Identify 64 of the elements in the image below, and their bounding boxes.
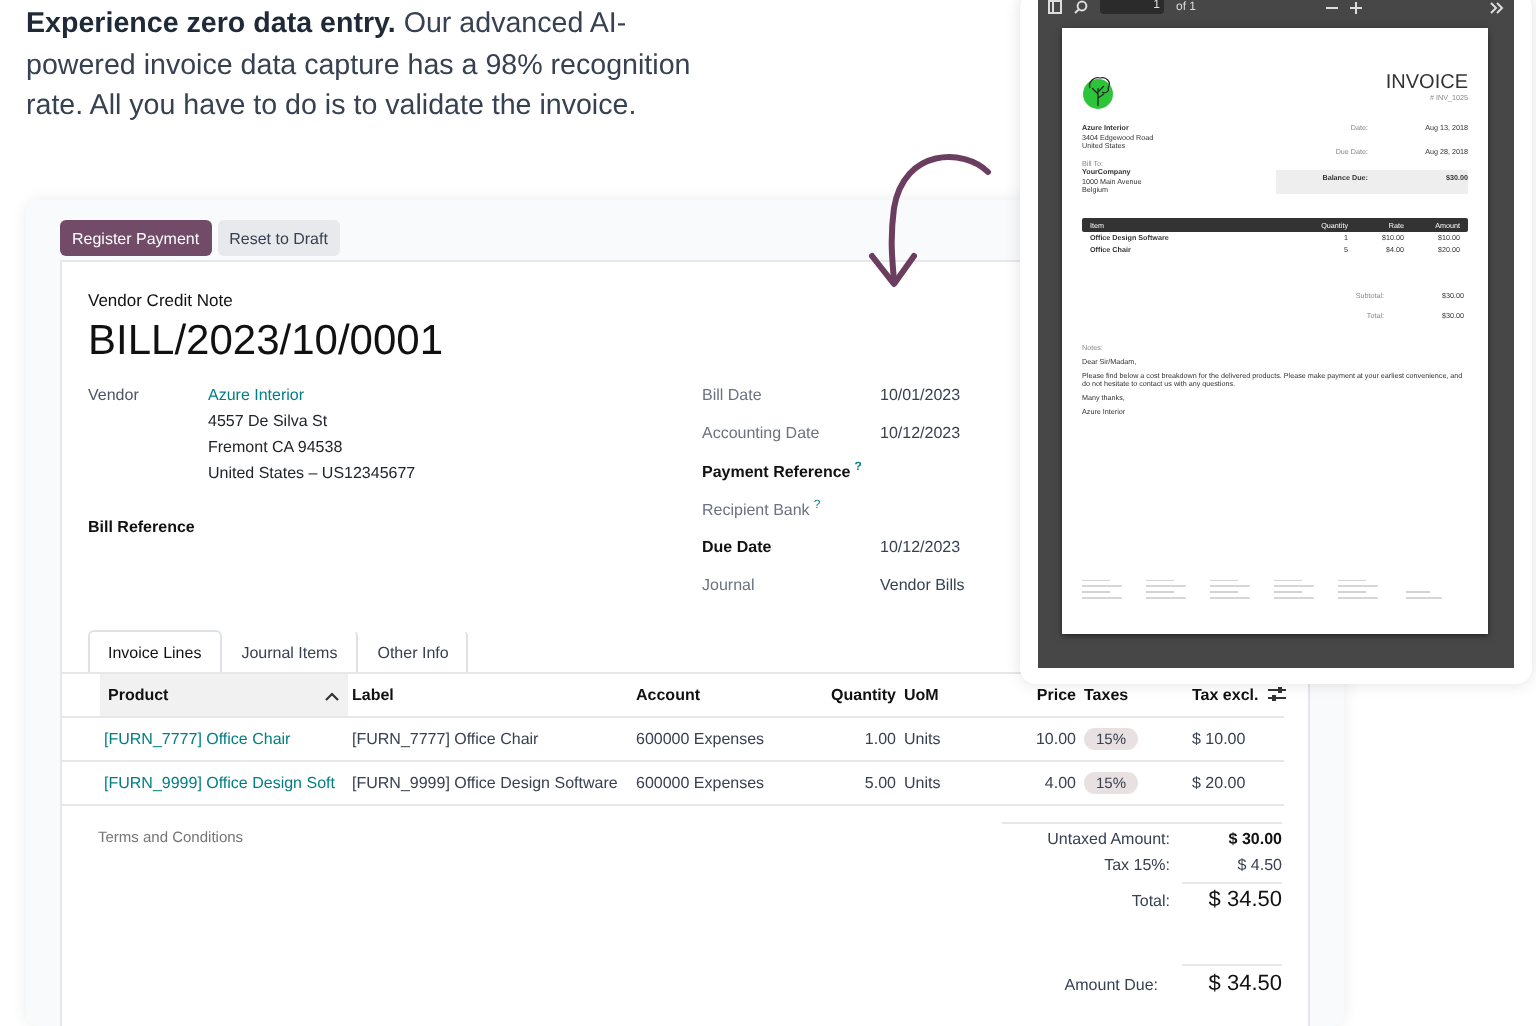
zoom-in-icon[interactable]: [1349, 2, 1362, 14]
table-cell-text: $ 20.00: [1190, 774, 1248, 792]
document-type: Vendor Credit Note: [88, 290, 235, 310]
amount-due-label: Amount Due:: [1064, 976, 1158, 994]
product-link[interactable]: [FURN_9999] Office Design Soft: [100, 774, 348, 792]
table-cell-text: Units: [902, 774, 943, 792]
column-header[interactable]: Taxes: [1080, 686, 1188, 704]
column-header[interactable]: Price: [1004, 686, 1080, 704]
bill-number: BILL/2023/10/0001: [88, 318, 443, 366]
address-line: 4557 De Silva St: [208, 412, 330, 430]
address-line: United States – US12345677: [208, 464, 416, 482]
field-label: Recipient Bank $^{?}$: [702, 500, 823, 520]
table-cell-text: 10.00: [1033, 730, 1078, 748]
intro-paragraph: Experience zero data entry. Our advanced AI-powered invoice data capture has a 98% recognition rate. All you have to do is to validate the invoice.: [26, 6, 693, 126]
table-cell-text: 4.00: [1042, 774, 1078, 792]
table-cell-text: Units: [902, 730, 943, 748]
help-mark[interactable]: ?: [813, 500, 821, 512]
column-header[interactable]: UoM: [900, 686, 1004, 704]
table-cell-text: 600000 Expenses: [634, 730, 767, 748]
column-header[interactable]: Label: [348, 686, 632, 704]
invoice-title: INVOICE: [1385, 72, 1468, 94]
column-header[interactable]: Product: [100, 674, 348, 716]
amount-due-value: $ 34.50: [1182, 964, 1282, 996]
field-label: Accounting Date: [702, 424, 822, 442]
address-line: Fremont CA 94538: [208, 438, 345, 456]
vendor-link[interactable]: Azure Interior: [208, 386, 416, 404]
tree-logo-icon: [1082, 72, 1114, 110]
zoom-out-icon[interactable]: [1325, 2, 1338, 14]
table-cell-text: [FURN_7777] Office Chair: [350, 730, 541, 748]
total-label: Tax 15%:: [1102, 856, 1170, 874]
register-payment-button[interactable]: Register Payment: [60, 220, 212, 256]
column-header[interactable]: Quantity: [812, 686, 900, 704]
field-value: 10/01/2023: [880, 386, 961, 404]
field-label: Bill Date: [702, 386, 764, 404]
search-icon[interactable]: [1074, 0, 1088, 14]
field-label: Bill Reference: [88, 518, 197, 536]
table-cell-text: [FURN_9999] Office Design Software: [350, 774, 620, 792]
total-label: Untaxed Amount:: [1045, 830, 1170, 848]
field-value: 10/12/2023: [880, 424, 961, 442]
table-cell-text: $ 10.00: [1190, 730, 1248, 748]
field-value: 10/12/2023: [880, 538, 961, 556]
product-link[interactable]: [FURN_7777] Office Chair: [100, 730, 348, 748]
field-label: Payment Reference $^{?}$: [702, 462, 864, 482]
field-label: Journal: [702, 576, 757, 594]
field-label: Due Date: [702, 538, 774, 556]
tab[interactable]: Invoice Lines: [88, 630, 222, 672]
table-cell-text: 600000 Expenses: [634, 774, 767, 792]
total-value: $ 30.00: [1226, 830, 1282, 848]
column-header[interactable]: Tax excl.: [1188, 686, 1268, 704]
total-value: $ 4.50: [1235, 856, 1282, 874]
total-value: $ 34.50: [1182, 882, 1282, 912]
table-cell-text: 5.00: [862, 774, 898, 792]
field-label: Vendor: [88, 386, 141, 408]
sort-ascending-icon[interactable]: [324, 689, 340, 701]
column-settings-icon[interactable]: [1268, 685, 1286, 701]
table-cell-text: 1.00: [862, 730, 898, 748]
sidebar-toggle-icon[interactable]: [1048, 0, 1062, 14]
field-value: Vendor Bills: [880, 576, 965, 594]
total-label: Total:: [1129, 892, 1170, 910]
curved-arrow: [869, 154, 991, 287]
help-mark[interactable]: ?: [854, 462, 862, 474]
double-chevron-icon[interactable]: [1490, 2, 1505, 14]
reset-draft-button[interactable]: Reset to Draft: [217, 220, 340, 256]
column-header[interactable]: Account: [632, 686, 812, 704]
